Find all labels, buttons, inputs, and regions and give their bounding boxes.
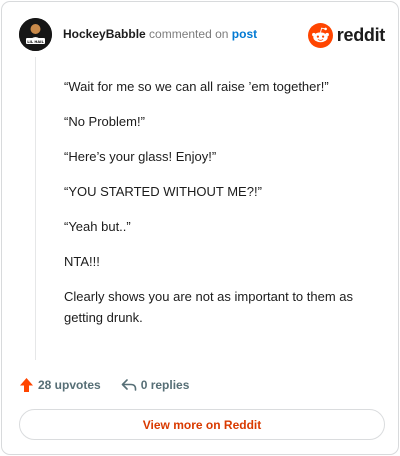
comment-paragraph: “Here’s your glass! Enjoy!”: [64, 149, 217, 164]
replies-button[interactable]: 0 replies: [121, 378, 190, 392]
comment-paragraph: “YOU STARTED WITHOUT ME?!”: [64, 184, 262, 199]
username-link[interactable]: HockeyBabble: [63, 27, 146, 41]
thread-line: [35, 57, 36, 360]
reddit-snoo-icon: [307, 22, 333, 48]
comment-paragraph: “Wait for me so we can all raise ’em tog…: [64, 79, 329, 94]
avatar-logo-text: LIL HAIL: [27, 40, 44, 44]
reply-arrow-icon: [121, 379, 137, 391]
byline: HockeyBabble commented on post: [63, 27, 257, 42]
user-avatar[interactable]: LIL HAIL: [19, 18, 52, 51]
comment-paragraph: “Yeah but..”: [64, 219, 131, 234]
reply-count: 0 replies: [140, 378, 190, 392]
reddit-embed-card: LIL HAIL HockeyBabble commented on post …: [1, 1, 399, 455]
comment-actions: 28 upvotes 0 replies: [19, 375, 189, 395]
comment-paragraph: NTA!!!: [64, 254, 100, 269]
view-more-on-reddit-button[interactable]: View more on Reddit: [19, 409, 385, 440]
reddit-logo[interactable]: reddit: [307, 22, 386, 48]
hockey-player-avatar-icon: LIL HAIL: [19, 18, 52, 51]
upvote-arrow-icon: [20, 378, 33, 392]
comment-body: “Wait for me so we can all raise ’em tog…: [64, 76, 374, 342]
byline-verb: commented on: [149, 27, 229, 41]
comment-paragraph: Clearly shows you are not as important t…: [64, 289, 354, 325]
upvote-count: 28 upvotes: [38, 378, 101, 392]
comment-paragraph: “No Problem!”: [64, 114, 145, 129]
comment-header: LIL HAIL HockeyBabble commented on post …: [19, 18, 385, 52]
upvote-button[interactable]: 28 upvotes: [19, 377, 101, 393]
reddit-wordmark: reddit: [336, 25, 386, 45]
post-link[interactable]: post: [232, 27, 257, 41]
